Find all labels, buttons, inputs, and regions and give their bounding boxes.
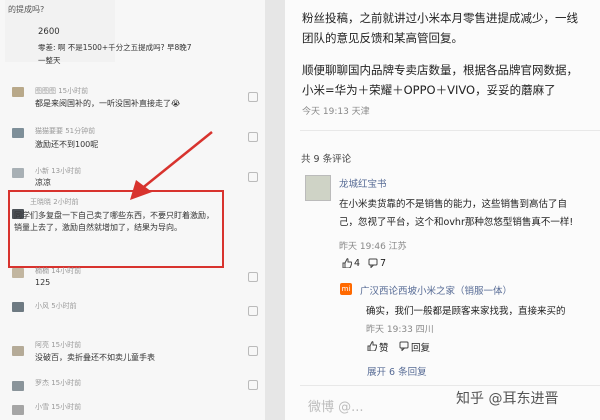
reply-meta: 昨天 19:33 四川 <box>366 325 434 335</box>
comment-text: 激励还不到100呢 <box>35 140 99 149</box>
like-icon[interactable] <box>248 346 258 356</box>
comment-count: 共 9 条评论 <box>301 154 352 165</box>
quote-line-2: 一整天 <box>38 56 61 65</box>
right-post-panel: 粉丝投稿，之前就讲过小米本月零售进提成减少，一线 团队的意见反馈和某高管回复。 … <box>285 0 600 420</box>
quote-line-1: 零差: 啊 不是1500+千分之五提成吗? 早8晚7 <box>38 43 192 52</box>
like-icon[interactable] <box>248 172 258 182</box>
post-text-line-3: 顺便聊聊国内品牌专卖店数量，根据各品牌官网数据， <box>302 63 578 77</box>
avatar <box>12 381 24 391</box>
comment-author: 猫猫要要 51分钟前 <box>35 127 96 135</box>
reply-icon[interactable] <box>399 341 409 351</box>
avatar[interactable] <box>305 175 331 201</box>
comment-author: 罗杰 15小时前 <box>35 379 82 387</box>
reply-icon[interactable] <box>368 258 378 268</box>
quote-number: 2600 <box>38 27 60 37</box>
post-text-line-2: 团队的意见反馈和某高管回复。 <box>302 31 463 45</box>
thumbs-up-icon[interactable] <box>342 258 352 268</box>
comment-text: 125 <box>35 278 51 287</box>
reply-text: 确实，我们一般都是顾客来家找我，直接来买的 <box>366 306 566 317</box>
comment-author: 小新 13小时前 <box>35 167 82 175</box>
comment-user[interactable]: 龙城红宝书 <box>339 176 387 190</box>
comment-author: 阿亮 15小时前 <box>35 341 82 349</box>
reply-label[interactable]: 回复 <box>411 340 430 354</box>
like-icon[interactable] <box>248 132 258 142</box>
avatar <box>12 128 24 138</box>
comment-text-line-1: 在小米卖货靠的不是销售的能力，这些销售到高估了自 <box>339 199 568 210</box>
like-count: 4 <box>354 258 361 269</box>
comment-author: 小风 5小时前 <box>35 302 77 310</box>
comment-text-line-2: 己，忽视了平台，这个和ovhr那种忽悠型销售真不一样! <box>339 217 574 228</box>
zhihu-watermark: 知乎 @耳东进晋 <box>456 391 559 407</box>
comment-text: 凉凉 <box>35 178 51 187</box>
panel-gap <box>265 0 285 420</box>
comment-author: 楠楠 14小时前 <box>35 267 82 275</box>
avatar <box>12 346 24 356</box>
like-icon[interactable] <box>248 92 258 102</box>
post-text-line-1: 粉丝投稿，之前就讲过小米本月零售进提成减少，一线 <box>302 11 578 25</box>
thumbs-up-icon[interactable] <box>367 341 377 351</box>
comment-text: 都是来阅国补的，一听没国补直接走了😭 <box>35 99 181 108</box>
like-icon[interactable] <box>248 380 258 390</box>
avatar <box>12 268 24 278</box>
avatar <box>12 405 24 415</box>
red-arrow-icon <box>130 131 213 200</box>
like-icon[interactable] <box>248 272 258 282</box>
like-icon[interactable] <box>248 306 258 316</box>
post-meta: 今天 19:13 天津 <box>302 107 370 117</box>
comment-meta: 昨天 19:46 江苏 <box>339 242 407 252</box>
mi-logo-icon: mi <box>340 283 352 295</box>
comment-author: 图图图 15小时前 <box>35 87 89 95</box>
avatar <box>12 168 24 178</box>
comment-text: 同学们多复盘一下自己卖了哪些东西，不要只盯着激励，销量上去了，激励自然就增加了，… <box>14 211 214 232</box>
reply-count: 7 <box>380 258 387 269</box>
divider <box>300 385 600 386</box>
avatar <box>12 302 24 312</box>
comment-author: 小雪 15小时前 <box>35 403 82 411</box>
expand-replies-link[interactable]: 展开 6 条回复 <box>367 364 427 378</box>
comment-text: 没破百，卖折叠还不如卖儿童手表 <box>35 353 155 362</box>
left-screenshot-panel: 的提成吗? 2600 零差: 啊 不是1500+千分之五提成吗? 早8晚7 一整… <box>0 0 265 420</box>
top-question-text: 的提成吗? <box>8 5 45 14</box>
reply-user[interactable]: 广汉西论西坡小米之家（销服一体） <box>360 283 512 297</box>
divider <box>300 130 600 131</box>
avatar <box>12 87 24 97</box>
comment-author: 王晓晓 2小时前 <box>30 198 79 206</box>
post-text-line-4: 小米=华为＋荣耀＋OPPO＋VIVO，妥妥的蘑麻了 <box>302 83 556 97</box>
weibo-watermark: 微博 @... <box>308 400 364 415</box>
like-label[interactable]: 赞 <box>379 340 389 354</box>
